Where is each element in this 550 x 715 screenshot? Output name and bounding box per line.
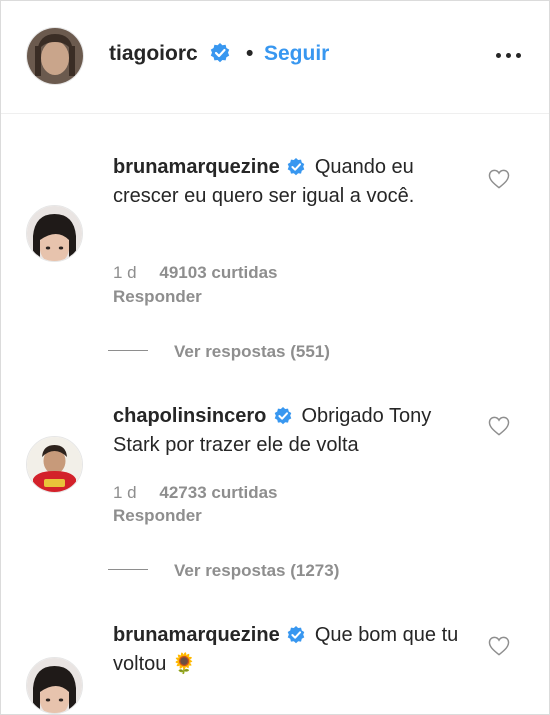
more-options-icon[interactable] bbox=[496, 53, 526, 61]
heart-icon[interactable] bbox=[488, 169, 510, 189]
reply-button[interactable]: Responder bbox=[113, 506, 202, 526]
heart-icon[interactable] bbox=[488, 416, 510, 436]
comment-username[interactable]: brunamarquezine bbox=[113, 624, 280, 646]
post-header: tiagoiorc • Seguir bbox=[1, 1, 549, 114]
author-avatar[interactable] bbox=[26, 27, 84, 85]
comment-likes[interactable]: 42733 curtidas bbox=[159, 483, 277, 502]
separator-dot: • bbox=[246, 42, 254, 65]
verified-badge-icon bbox=[287, 626, 305, 644]
author-username[interactable]: tiagoiorc bbox=[109, 42, 230, 66]
comment-username[interactable]: chapolinsincero bbox=[113, 405, 266, 427]
commenter-avatar[interactable] bbox=[26, 205, 83, 262]
comment-likes[interactable]: 49103 curtidas bbox=[159, 263, 277, 282]
reply-button[interactable]: Responder bbox=[113, 287, 202, 307]
follow-button[interactable]: Seguir bbox=[264, 42, 329, 66]
commenter-avatar[interactable] bbox=[26, 436, 83, 493]
comment-time: 1 d bbox=[113, 483, 137, 502]
replies-divider bbox=[108, 350, 148, 351]
comment-time: 1 d bbox=[113, 263, 137, 282]
comment-text: chapolinsincero Obrigado Tony Stark por … bbox=[113, 402, 473, 460]
comment-meta: 1 d 42733 curtidas bbox=[113, 483, 278, 503]
verified-badge-icon bbox=[287, 158, 305, 176]
heart-icon[interactable] bbox=[488, 636, 510, 656]
comment-text: brunamarquezine Que bom que tu voltou 🌻 bbox=[113, 621, 473, 679]
comment-username[interactable]: brunamarquezine bbox=[113, 156, 280, 178]
view-replies-button[interactable]: Ver respostas (1273) bbox=[108, 561, 339, 581]
verified-badge-icon bbox=[210, 43, 229, 63]
verified-badge-icon bbox=[274, 407, 292, 425]
view-replies-button[interactable]: Ver respostas (551) bbox=[108, 342, 330, 362]
replies-divider bbox=[108, 569, 148, 570]
comment-text: brunamarquezine Quando eu crescer eu que… bbox=[113, 153, 473, 211]
commenter-avatar[interactable] bbox=[26, 657, 83, 714]
comment-meta: 1 d 49103 curtidas bbox=[113, 263, 278, 283]
